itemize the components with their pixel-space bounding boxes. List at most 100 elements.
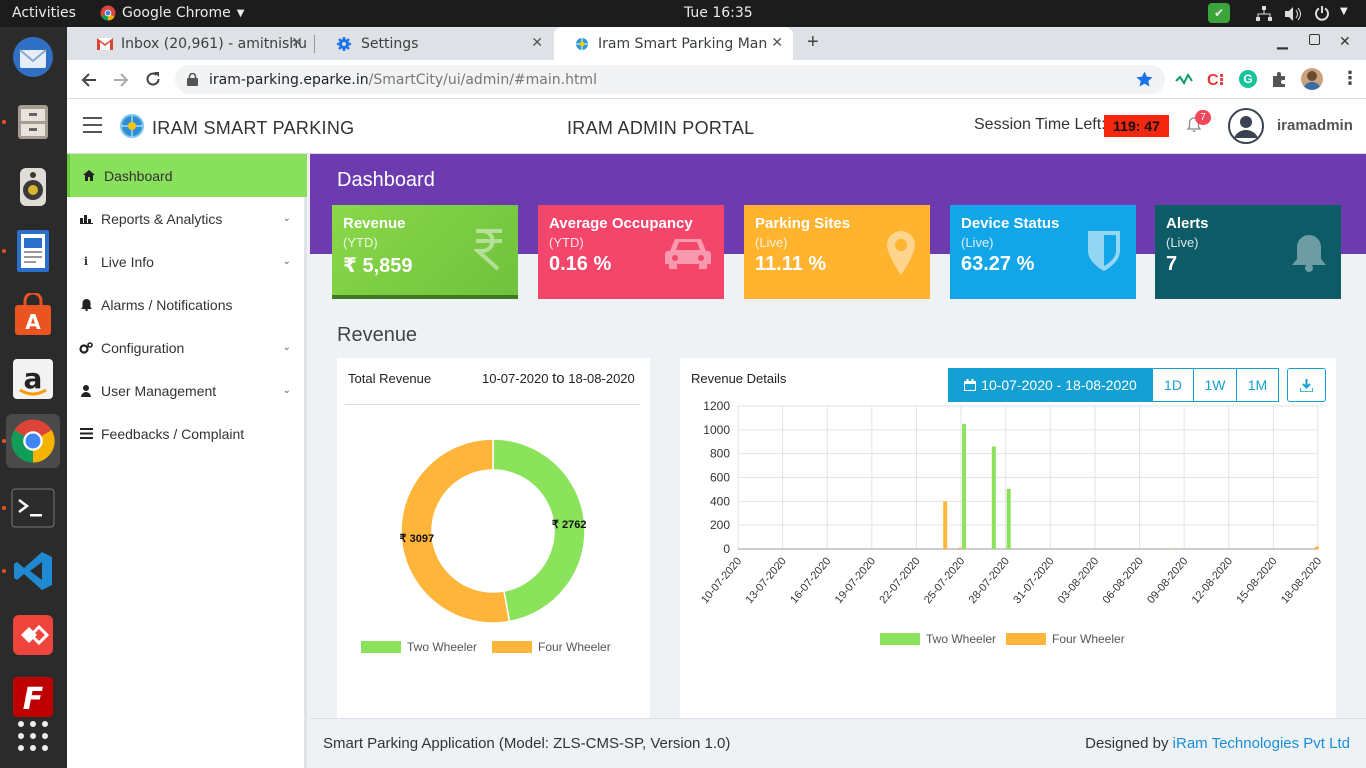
sidebar-item-label: Dashboard: [104, 167, 173, 184]
username[interactable]: iramadmin: [1277, 117, 1353, 134]
anydesk-launcher[interactable]: [6, 608, 60, 662]
company-link[interactable]: iRam Technologies Pvt Ltd: [1173, 735, 1350, 752]
address-bar[interactable]: iram-parking.eparke.in/SmartCity/ui/admi…: [175, 65, 1165, 94]
system-top-bar: Activities Google Chrome ▼ Tue 16:35 ✔ ▼: [0, 0, 1366, 27]
tab-iram-smart-parking[interactable]: Iram Smart Parking Mana ✕: [554, 27, 793, 60]
check-icon[interactable]: ✔: [1208, 3, 1230, 23]
bar-chart-icon: [79, 212, 93, 226]
bell-icon: [79, 298, 93, 312]
chevron-down-icon: ⌄: [282, 256, 291, 267]
y-tick-label: 1000: [703, 423, 730, 437]
range-1m-button[interactable]: 1M: [1236, 368, 1279, 402]
minimize-button[interactable]: ▁: [1277, 33, 1288, 50]
x-tick-label: 25-07-2020: [922, 555, 967, 606]
amazon-launcher[interactable]: a: [6, 352, 60, 406]
sidebar-item-label: Alarms / Notifications: [101, 296, 233, 313]
sidebar-item-label: Feedbacks / Complaint: [101, 425, 245, 442]
rhythmbox-launcher[interactable]: [6, 160, 60, 214]
reload-icon[interactable]: [145, 71, 161, 88]
grammarly-icon[interactable]: G: [1239, 70, 1257, 88]
alerts-card[interactable]: Alerts (Live) 7: [1155, 205, 1341, 299]
close-window-button[interactable]: ✕: [1339, 33, 1351, 50]
app-menu[interactable]: Google Chrome ▼: [100, 5, 244, 21]
puzzle-icon[interactable]: [1271, 71, 1288, 88]
sidebar-item-reports-analytics[interactable]: Reports & Analytics ⌄: [67, 197, 307, 240]
restore-button[interactable]: [1309, 34, 1320, 45]
revenue-card[interactable]: Revenue (YTD) ₹ 5,859: [332, 205, 518, 299]
panel-title: Revenue Details: [691, 371, 787, 386]
sidebar-item-live-info[interactable]: i Live Info ⌄: [67, 240, 307, 283]
extension-c-icon[interactable]: C⁝: [1207, 70, 1225, 89]
files-launcher[interactable]: [2, 95, 60, 149]
range-1w-button[interactable]: 1W: [1193, 368, 1237, 402]
new-tab-button[interactable]: +: [807, 31, 819, 54]
svg-text:a: a: [24, 362, 43, 395]
volume-icon[interactable]: [1284, 6, 1302, 22]
device-status-card[interactable]: Device Status (Live) 63.27 %: [950, 205, 1136, 299]
y-tick-label: 200: [710, 518, 730, 532]
revenue-details-bar-chart: 0 200 400 600 800 1000 1200 10-07-2020 13-07-202…: [699, 399, 1324, 646]
system-menu-chevron-icon[interactable]: ▼: [1340, 6, 1348, 17]
date-range-picker[interactable]: 10-07-2020 - 18-08-2020: [948, 368, 1153, 402]
tab-label: Inbox (20,961) - amitnishu: [121, 35, 308, 52]
star-icon[interactable]: [1136, 71, 1153, 87]
average-occupancy-card[interactable]: Average Occupancy (YTD) 0.16 %: [538, 205, 724, 299]
legend-swatch: [880, 633, 920, 645]
document-viewer-launcher[interactable]: [2, 224, 60, 278]
parking-sites-card[interactable]: Parking Sites (Live) 11.11 %: [744, 205, 930, 299]
close-icon[interactable]: ✕: [531, 35, 543, 51]
hamburger-menu-icon[interactable]: [83, 117, 102, 133]
software-center-launcher[interactable]: A: [6, 288, 60, 342]
info-icon: i: [83, 255, 89, 268]
close-icon[interactable]: ✕: [767, 35, 783, 51]
sidebar-item-configuration[interactable]: Configuration ⌄: [67, 326, 307, 369]
panel-title: Total Revenue: [348, 371, 432, 386]
legend-swatch: [1006, 633, 1046, 645]
thunderbird-icon: [13, 37, 53, 77]
list-icon: [79, 427, 93, 441]
close-icon[interactable]: ✕: [291, 35, 303, 51]
card-title: Parking Sites: [755, 215, 851, 232]
tab-gmail[interactable]: Inbox (20,961) - amitnishu ✕: [77, 27, 313, 60]
download-button[interactable]: [1287, 368, 1326, 402]
x-tick-label: 06-08-2020: [1100, 555, 1145, 606]
sidebar-item-alarms-notifications[interactable]: Alarms / Notifications: [67, 283, 307, 326]
x-tick-label: 15-08-2020: [1234, 555, 1279, 606]
tab-settings[interactable]: Settings ✕: [317, 27, 553, 60]
range-1d-button[interactable]: 1D: [1152, 368, 1194, 402]
tab-strip: Inbox (20,961) - amitnishu ✕ Settings ✕ …: [67, 27, 1366, 60]
session-label: Session Time Left:: [974, 116, 1106, 133]
network-icon[interactable]: [1256, 6, 1272, 22]
location-pin-icon: [887, 231, 915, 275]
back-arrow-icon[interactable]: [81, 72, 97, 88]
range-button-label: 1D: [1164, 377, 1182, 393]
profile-avatar[interactable]: [1301, 68, 1323, 90]
terminal-launcher[interactable]: [2, 481, 60, 535]
sidebar-item-label: User Management: [101, 382, 217, 399]
chrome-launcher[interactable]: [2, 414, 60, 468]
legend-label: Four Wheeler: [538, 640, 611, 654]
sidebar-item-dashboard[interactable]: Dashboard: [67, 154, 307, 197]
show-applications-button[interactable]: [6, 709, 60, 763]
date-from: 10-07-2020: [482, 371, 549, 386]
app-name: Google Chrome: [122, 5, 231, 21]
sidebar-item-feedbacks-complaint[interactable]: Feedbacks / Complaint: [67, 412, 307, 455]
vscode-launcher[interactable]: [2, 544, 60, 598]
gmail-icon: [97, 37, 113, 50]
activities-button[interactable]: Activities: [12, 5, 76, 21]
bar-two-wheeler: [991, 446, 996, 549]
sidebar-item-user-management[interactable]: User Management ⌄: [67, 369, 307, 412]
clock[interactable]: Tue 16:35: [684, 5, 753, 21]
card-title: Alerts: [1166, 215, 1209, 232]
forward-arrow-icon[interactable]: [113, 72, 129, 88]
document-icon: [17, 230, 49, 272]
thunderbird-launcher[interactable]: [6, 30, 60, 84]
chrome-icon: [100, 5, 116, 21]
user-avatar[interactable]: [1228, 108, 1264, 144]
extension-analytics-icon[interactable]: [1175, 71, 1193, 89]
file-cabinet-icon: [18, 105, 48, 139]
power-icon[interactable]: [1314, 5, 1330, 21]
footer-app-info: Smart Parking Application (Model: ZLS-CM…: [323, 735, 731, 752]
more-vertical-icon[interactable]: ⋮: [1341, 68, 1359, 89]
terminal-icon: [11, 488, 55, 528]
